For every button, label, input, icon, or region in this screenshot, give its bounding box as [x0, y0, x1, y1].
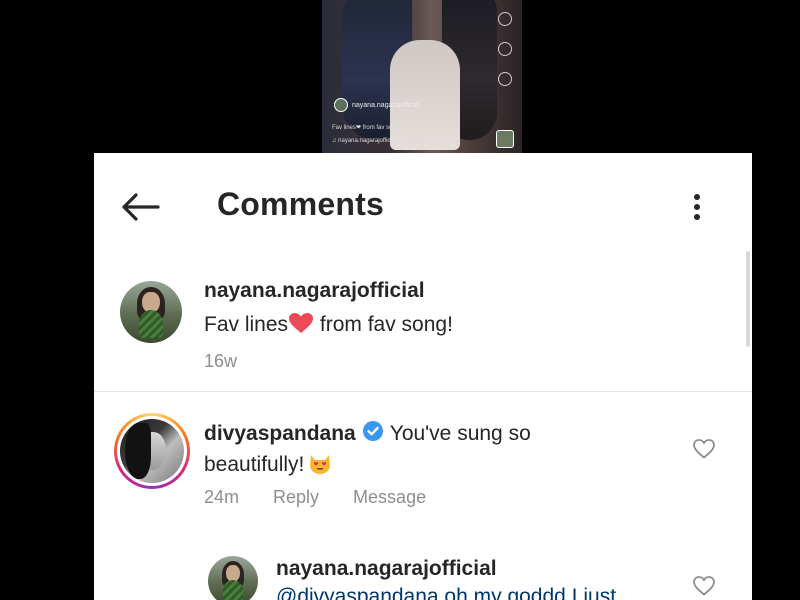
more-vertical-icon	[694, 194, 700, 220]
avatar[interactable]	[120, 281, 182, 343]
caption-text-part: from fav song!	[314, 313, 453, 336]
like-comment-button[interactable]	[691, 436, 717, 462]
avatar	[120, 419, 184, 483]
back-button[interactable]	[118, 187, 162, 227]
reply-text: @divyaspandana oh my goddd I just	[276, 585, 617, 600]
page-title: Comments	[217, 186, 384, 222]
video-frame-detail	[390, 40, 460, 150]
video-username: nayana.nagarajofficial	[352, 101, 420, 109]
reply-button[interactable]: Reply	[273, 487, 319, 508]
comments-panel: Comments nayana.nagarajofficial Fav line…	[94, 153, 752, 600]
caption-text: Fav lines from fav song!	[204, 309, 453, 340]
video-audio-label: ♫ nayana.nagarajofficial · Original Audi…	[332, 138, 440, 144]
caption-meta: 16w	[204, 351, 237, 372]
like-reply-button[interactable]	[691, 573, 717, 599]
story-ring[interactable]	[114, 413, 190, 489]
heart-outline-icon	[693, 576, 715, 596]
message-button[interactable]: Message	[353, 487, 426, 508]
arrow-left-icon	[122, 193, 160, 221]
audio-disc-icon[interactable]	[496, 130, 514, 148]
caption-text-part: Fav lines	[204, 313, 289, 336]
verified-badge-icon	[362, 420, 384, 442]
comment-text-line2: beautifully!	[204, 453, 305, 476]
heart-outline-icon	[693, 439, 715, 459]
video-avatar	[334, 98, 348, 112]
post-caption: nayana.nagarajofficial Fav lines from fa…	[94, 255, 752, 392]
story-ring-inner	[117, 416, 187, 486]
video-like-icon[interactable]	[498, 12, 512, 26]
more-options-button[interactable]	[682, 187, 712, 227]
caption-timestamp: 16w	[204, 351, 238, 371]
avatar[interactable]	[208, 556, 258, 600]
comment-body: divyaspandana You've sung so beautifully!	[204, 418, 684, 480]
video-caption: Fav lines❤ from fav song	[332, 125, 400, 131]
comment-text-line1: You've sung so	[389, 422, 531, 445]
comment-username[interactable]: divyaspandana	[204, 422, 356, 445]
avatar-detail	[138, 310, 164, 339]
comment-meta: 24m Reply Message	[204, 487, 426, 508]
heart-eyes-cat-emoji-icon	[308, 453, 332, 475]
video-user-line: nayana.nagarajofficial	[334, 98, 420, 112]
caption-username[interactable]: nayana.nagarajofficial	[204, 279, 425, 303]
red-heart-emoji-icon	[289, 313, 314, 333]
reel-video-preview[interactable]: nayana.nagarajofficial Fav lines❤ from f…	[322, 0, 522, 154]
video-share-icon[interactable]	[498, 72, 512, 86]
reply-username[interactable]: nayana.nagarajofficial	[276, 557, 497, 581]
comment-timestamp: 24m	[204, 487, 240, 507]
avatar-detail	[125, 422, 151, 480]
video-comment-icon[interactable]	[498, 42, 512, 56]
comments-header: Comments	[94, 153, 752, 255]
avatar-detail	[223, 579, 243, 600]
